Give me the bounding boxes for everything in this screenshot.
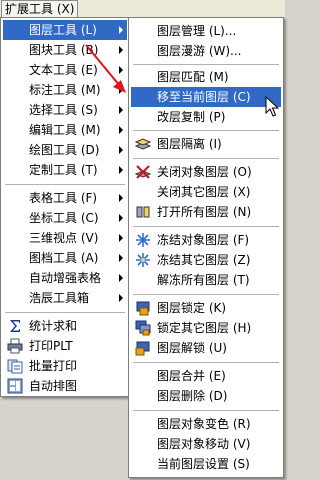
mouse-cursor-icon — [265, 96, 279, 117]
annotation-arrow-icon — [85, 44, 126, 93]
